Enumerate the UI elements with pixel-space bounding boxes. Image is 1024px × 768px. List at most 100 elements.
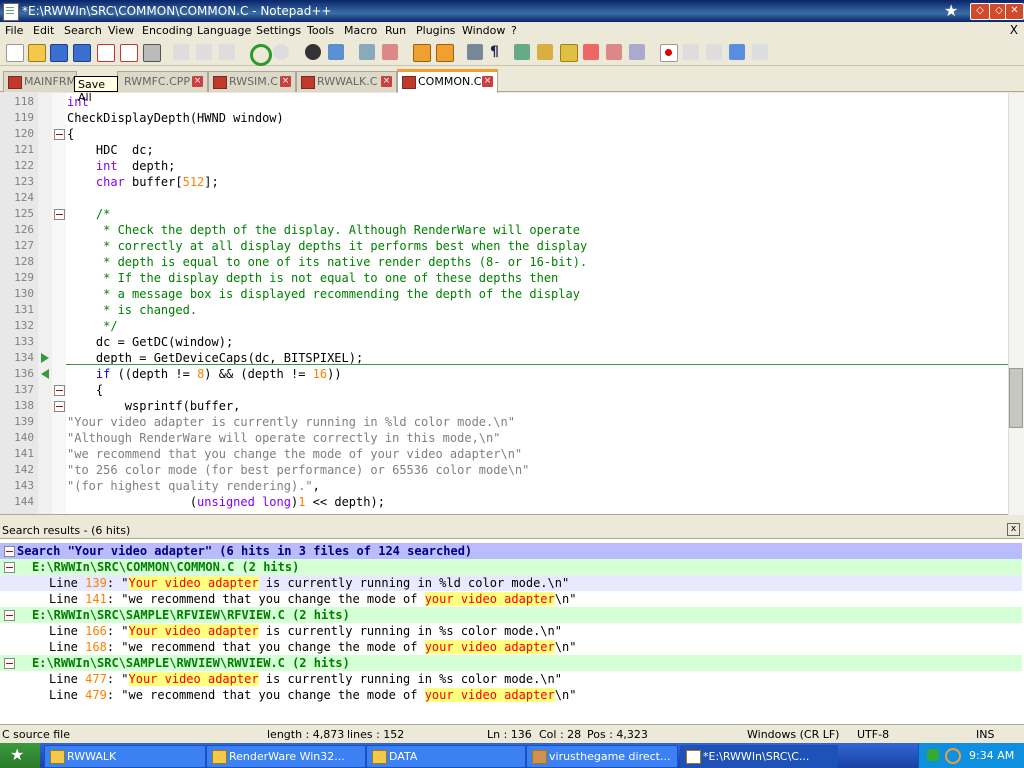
- fold-toggle-icon[interactable]: [4, 610, 15, 621]
- doc-map-icon[interactable]: [560, 44, 578, 62]
- menu-edit[interactable]: Edit: [33, 24, 54, 37]
- fold-toggle-icon[interactable]: [54, 385, 65, 396]
- replace-icon[interactable]: [328, 44, 344, 60]
- code-line[interactable]: 123 char buffer[512];: [0, 174, 1008, 190]
- tab-rwsim[interactable]: RWSIM.C ×: [208, 71, 296, 92]
- close-window-button[interactable]: ✕: [1005, 3, 1024, 20]
- zoom-out-icon[interactable]: [382, 44, 398, 60]
- minimize-button[interactable]: ◇: [970, 3, 990, 20]
- menu-help[interactable]: ?: [511, 24, 517, 37]
- code-line[interactable]: 121 HDC dc;: [0, 142, 1008, 158]
- close-document-button[interactable]: X: [1010, 23, 1018, 37]
- fold-toggle-icon[interactable]: [4, 658, 15, 669]
- menu-language[interactable]: Language: [197, 24, 251, 37]
- menu-tools[interactable]: Tools: [307, 24, 334, 37]
- function-list-icon[interactable]: [583, 44, 599, 60]
- menu-search[interactable]: Search: [64, 24, 102, 37]
- fold-toggle-icon[interactable]: [4, 546, 15, 557]
- code-line[interactable]: 141 "we recommend that you change the mod…: [0, 446, 1008, 462]
- search-file-row[interactable]: E:\RWWIn\SRC\SAMPLE\RWVIEW\RWVIEW.C (2 h…: [0, 655, 1022, 671]
- code-line[interactable]: 127 * correctly at all display depths it…: [0, 238, 1008, 254]
- tab-close-icon[interactable]: ×: [192, 76, 203, 87]
- code-line[interactable]: 138 wsprintf(buffer,: [0, 398, 1008, 414]
- new-file-icon[interactable]: [6, 44, 24, 62]
- run-macro-multiple-icon[interactable]: [729, 44, 745, 60]
- all-chars-icon[interactable]: ¶: [490, 44, 506, 60]
- search-file-row[interactable]: E:\RWWIn\SRC\SAMPLE\RFVIEW\RFVIEW.C (2 h…: [0, 607, 1022, 623]
- fold-toggle-icon[interactable]: [4, 562, 15, 573]
- code-line[interactable]: 122 int depth;: [0, 158, 1008, 174]
- save-icon[interactable]: [50, 44, 68, 62]
- code-line[interactable]: 129 * If the display depth is not equal …: [0, 270, 1008, 286]
- code-editor[interactable]: 118int119CheckDisplayDepth(HWND window)1…: [0, 93, 1024, 515]
- code-line[interactable]: 139 "Your video adapter is currently runn…: [0, 414, 1008, 430]
- code-line[interactable]: 133 dc = GetDC(window);: [0, 334, 1008, 350]
- menu-file[interactable]: File: [5, 24, 23, 37]
- code-line[interactable]: 137 {: [0, 382, 1008, 398]
- search-hit-row[interactable]: Line 141: "we recommend that you change …: [0, 591, 1022, 607]
- play-macro-icon[interactable]: [706, 44, 722, 60]
- task-notepadpp[interactable]: *E:\RWWIn\SRC\C...: [680, 745, 838, 768]
- task-virusthegame[interactable]: virusthegame direct...: [526, 745, 678, 768]
- code-line[interactable]: 118int: [0, 94, 1008, 110]
- task-renderware[interactable]: RenderWare Win32...: [206, 745, 366, 768]
- network-icon[interactable]: [927, 749, 939, 761]
- task-rwwalk[interactable]: RWWALK: [44, 745, 206, 768]
- save-all-icon[interactable]: [73, 44, 91, 62]
- search-hit-row[interactable]: Line 479: "we recommend that you change …: [0, 687, 1022, 703]
- code-line[interactable]: 126 * Check the depth of the display. Al…: [0, 222, 1008, 238]
- fold-toggle-icon[interactable]: [54, 401, 65, 412]
- redo-icon[interactable]: [273, 44, 289, 60]
- close-icon[interactable]: [97, 44, 115, 62]
- tab-close-icon[interactable]: ×: [280, 76, 291, 87]
- record-macro-icon[interactable]: [660, 44, 678, 62]
- tab-mainfrm[interactable]: MAINFRM: [3, 71, 77, 92]
- cut-icon[interactable]: [173, 44, 189, 60]
- code-line[interactable]: 132 */: [0, 318, 1008, 334]
- menu-view[interactable]: View: [108, 24, 134, 37]
- code-line[interactable]: 124: [0, 190, 1008, 206]
- menu-encoding[interactable]: Encoding: [142, 24, 193, 37]
- start-button[interactable]: ★: [0, 743, 40, 768]
- task-data[interactable]: DATA: [366, 745, 526, 768]
- code-line[interactable]: 119 CheckDisplayDepth(HWND window): [0, 110, 1008, 126]
- menu-macro[interactable]: Macro: [344, 24, 377, 37]
- tab-rwmfc[interactable]: RWMFC.CPP ×: [117, 71, 208, 92]
- fold-toggle-icon[interactable]: [54, 129, 65, 140]
- search-icon[interactable]: [945, 748, 961, 764]
- print-icon[interactable]: [143, 44, 161, 62]
- code-line[interactable]: 131 * is changed.: [0, 302, 1008, 318]
- tab-rwwalk[interactable]: RWWALK.C ×: [296, 71, 397, 92]
- code-line[interactable]: 128 * depth is equal to one of its nativ…: [0, 254, 1008, 270]
- indent-guide-icon[interactable]: [514, 44, 530, 60]
- folder-workspace-icon[interactable]: [606, 44, 622, 60]
- code-line[interactable]: 120 {: [0, 126, 1008, 142]
- fold-toggle-icon[interactable]: [54, 209, 65, 220]
- vertical-scrollbar[interactable]: [1008, 93, 1024, 515]
- scrollbar-thumb[interactable]: [1009, 368, 1023, 428]
- tab-common[interactable]: COMMON.C ×: [397, 69, 498, 95]
- code-line[interactable]: 130 * a message box is displayed recomme…: [0, 286, 1008, 302]
- code-line[interactable]: 142 "to 256 color mode (for best performa…: [0, 462, 1008, 478]
- code-line[interactable]: 125 /*: [0, 206, 1008, 222]
- star-icon[interactable]: ★: [944, 1, 958, 20]
- menu-settings[interactable]: Settings: [256, 24, 301, 37]
- code-line[interactable]: 136 if ((depth != 8) && (depth != 16)): [0, 366, 1008, 382]
- zoom-in-icon[interactable]: [359, 44, 375, 60]
- code-line[interactable]: 143 "(for highest quality rendering).",: [0, 478, 1008, 494]
- undo-icon[interactable]: [250, 44, 272, 66]
- code-line[interactable]: 144 (unsigned long)1 << depth);: [0, 494, 1008, 510]
- tab-close-icon[interactable]: ×: [381, 76, 392, 87]
- udl-icon[interactable]: [537, 44, 553, 60]
- menu-window[interactable]: Window: [462, 24, 505, 37]
- close-panel-button[interactable]: x: [1007, 523, 1020, 536]
- stop-record-icon[interactable]: [683, 44, 699, 60]
- wrap-icon[interactable]: [467, 44, 483, 60]
- sync-v-icon[interactable]: [413, 44, 431, 62]
- sync-h-icon[interactable]: [436, 44, 454, 62]
- save-macro-icon[interactable]: [752, 44, 768, 60]
- menu-run[interactable]: Run: [385, 24, 406, 37]
- paste-icon[interactable]: [219, 44, 235, 60]
- copy-icon[interactable]: [196, 44, 212, 60]
- close-all-icon[interactable]: [120, 44, 138, 62]
